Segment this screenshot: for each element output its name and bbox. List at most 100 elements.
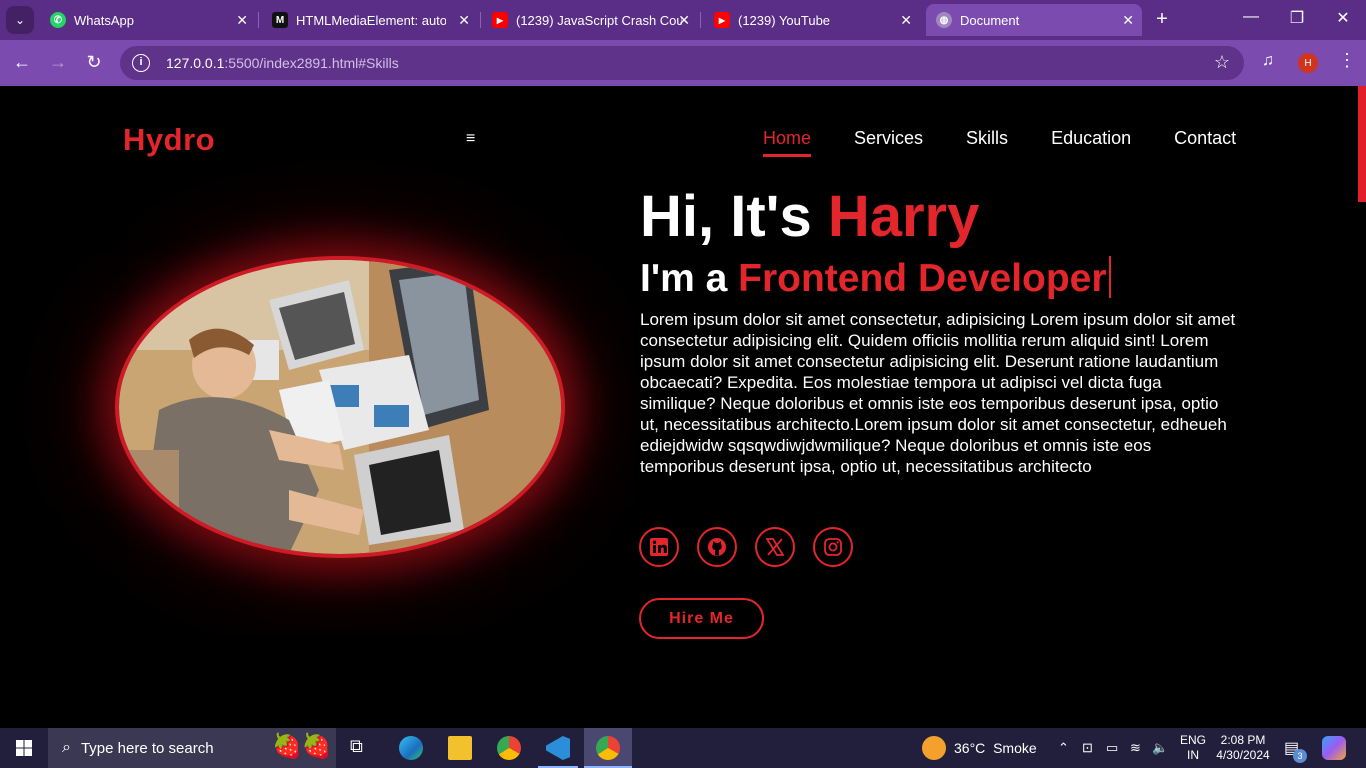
youtube-icon: ▶ <box>492 12 508 28</box>
taskbar-search[interactable]: ⌕ Type here to search 🍓🍓 <box>48 728 336 768</box>
nav-education[interactable]: Education <box>1051 128 1131 149</box>
site-logo[interactable]: Hydro <box>123 122 215 158</box>
hero-role: I'm a Frontend Developer <box>640 256 1111 301</box>
browser-tab-strip: ⌄ ✆ WhatsApp ✕ M HTMLMediaElement: autop… <box>0 0 1366 40</box>
scrollbar-thumb[interactable] <box>1358 86 1366 202</box>
tab-youtube[interactable]: ▶ (1239) YouTube ✕ <box>704 4 920 36</box>
search-placeholder: Type here to search <box>80 739 214 757</box>
x-icon <box>766 538 784 556</box>
tab-mdn[interactable]: M HTMLMediaElement: autopla ✕ <box>262 4 478 36</box>
chrome-profile-icon[interactable] <box>596 736 620 760</box>
web-page: Hydro ≡ Home Services Skills Education C… <box>0 86 1366 728</box>
windows-start-icon[interactable] <box>16 740 32 756</box>
x-link[interactable] <box>755 527 795 567</box>
wifi-icon[interactable]: ≋ <box>1130 740 1141 756</box>
tab-document[interactable]: ◍ Document ✕ <box>926 4 1142 36</box>
minimize-button[interactable]: — <box>1228 8 1274 26</box>
weather-widget[interactable]: 36°C Smoke <box>954 740 1037 756</box>
back-button[interactable]: ← <box>10 52 34 73</box>
weather-condition: Smoke <box>993 740 1037 756</box>
close-icon[interactable]: ✕ <box>678 12 690 29</box>
url-path: :5500/index2891.html#Skills <box>224 55 399 71</box>
strawberry-icon: 🍓🍓 <box>272 733 332 760</box>
github-icon <box>708 538 726 556</box>
close-icon[interactable]: ✕ <box>458 12 470 29</box>
tab-whatsapp[interactable]: ✆ WhatsApp ✕ <box>40 4 256 36</box>
nav-home[interactable]: Home <box>763 128 812 157</box>
battery-icon[interactable]: ▭ <box>1106 740 1118 756</box>
hero-image <box>119 260 561 554</box>
notification-count-badge: 3 <box>1293 749 1307 763</box>
tab-title: (1239) YouTube <box>738 12 831 28</box>
address-bar[interactable]: i 127.0.0.1:5500/index2891.html#Skills ☆ <box>120 46 1244 80</box>
weather-icon[interactable] <box>922 736 946 760</box>
hero-greeting-text: Hi, It's <box>640 184 828 249</box>
tab-divider <box>480 12 481 28</box>
hire-me-button[interactable]: Hire Me <box>639 598 764 639</box>
hero-role-prefix: I'm a <box>640 257 739 300</box>
github-link[interactable] <box>697 527 737 567</box>
hero-paragraph: Lorem ipsum dolor sit amet consectetur, … <box>640 310 1236 476</box>
new-tab-button[interactable]: + <box>1150 8 1174 31</box>
weather-temp: 36°C <box>954 740 986 756</box>
instagram-link[interactable] <box>813 527 853 567</box>
whatsapp-icon: ✆ <box>50 12 66 28</box>
clock-date: 4/30/2024 <box>1216 748 1270 762</box>
url-host: 127.0.0.1 <box>166 55 225 71</box>
profile-avatar[interactable]: H <box>1298 53 1318 73</box>
hero-role-text: Frontend Developer <box>738 257 1107 300</box>
clock[interactable]: 2:08 PM 4/30/2024 <box>1212 733 1274 763</box>
copilot-icon[interactable] <box>1322 736 1346 760</box>
linkedin-link[interactable] <box>639 527 679 567</box>
search-icon: ⌕ <box>62 739 71 756</box>
region-code: IN <box>1187 748 1199 762</box>
site-nav: Home Services Skills Education Contact <box>763 128 1236 157</box>
typing-cursor <box>1108 256 1111 298</box>
social-links <box>639 527 871 567</box>
media-control-icon[interactable]: ♫ <box>1262 52 1274 70</box>
forward-button[interactable]: → <box>46 52 70 73</box>
menu-hamburger-icon[interactable]: ≡ <box>466 130 475 148</box>
tab-search-button[interactable]: ⌄ <box>6 6 34 34</box>
close-icon[interactable]: ✕ <box>1122 12 1134 29</box>
language-code: ENG <box>1180 733 1207 747</box>
close-window-button[interactable]: ✕ <box>1320 8 1366 28</box>
reload-button[interactable]: ↻ <box>82 52 106 73</box>
close-icon[interactable]: ✕ <box>236 12 248 29</box>
language-indicator[interactable]: ENG IN <box>1180 733 1206 763</box>
volume-icon[interactable]: 🔈 <box>1152 740 1168 756</box>
site-info-icon[interactable]: i <box>132 54 150 72</box>
tab-title: WhatsApp <box>74 12 134 28</box>
nav-services[interactable]: Services <box>854 128 923 149</box>
instagram-icon <box>824 538 842 556</box>
tab-title: HTMLMediaElement: autopla <box>296 12 446 28</box>
tab-divider <box>700 12 701 28</box>
linkedin-icon <box>650 538 668 556</box>
restore-button[interactable]: ❐ <box>1274 8 1320 28</box>
browser-toolbar: ← → ↻ i 127.0.0.1:5500/index2891.html#Sk… <box>0 40 1366 86</box>
mdn-icon: M <box>272 12 288 28</box>
url-text[interactable]: 127.0.0.1:5500/index2891.html#Skills <box>166 55 399 71</box>
globe-icon: ◍ <box>936 12 952 28</box>
bookmark-star-icon[interactable]: ☆ <box>1214 52 1230 73</box>
nav-skills[interactable]: Skills <box>966 128 1008 149</box>
file-explorer-icon[interactable] <box>448 736 472 760</box>
tab-title: Document <box>960 12 1020 28</box>
show-hidden-icons[interactable]: ⌃ <box>1058 740 1069 756</box>
page-scrollbar[interactable] <box>1358 86 1366 728</box>
browser-menu-icon[interactable]: ⋮ <box>1338 50 1356 71</box>
clock-time: 2:08 PM <box>1220 733 1266 747</box>
meet-now-icon[interactable]: ⊡ <box>1082 740 1093 756</box>
tab-youtube-crash-course[interactable]: ▶ (1239) JavaScript Crash Cour ✕ <box>482 4 698 36</box>
youtube-icon: ▶ <box>714 12 730 28</box>
vscode-icon[interactable] <box>546 736 570 760</box>
tab-title: (1239) JavaScript Crash Cour <box>516 12 682 28</box>
windows-taskbar: ⌕ Type here to search 🍓🍓 ⧉ 36°C Smoke ⌃ … <box>0 728 1366 768</box>
nav-contact[interactable]: Contact <box>1174 128 1236 149</box>
close-icon[interactable]: ✕ <box>900 12 912 29</box>
edge-icon[interactable] <box>399 736 423 760</box>
tab-divider <box>258 12 259 28</box>
chrome-icon[interactable] <box>497 736 521 760</box>
hero-greeting: Hi, It's Harry <box>640 183 979 250</box>
task-view-icon[interactable]: ⧉ <box>350 736 374 760</box>
